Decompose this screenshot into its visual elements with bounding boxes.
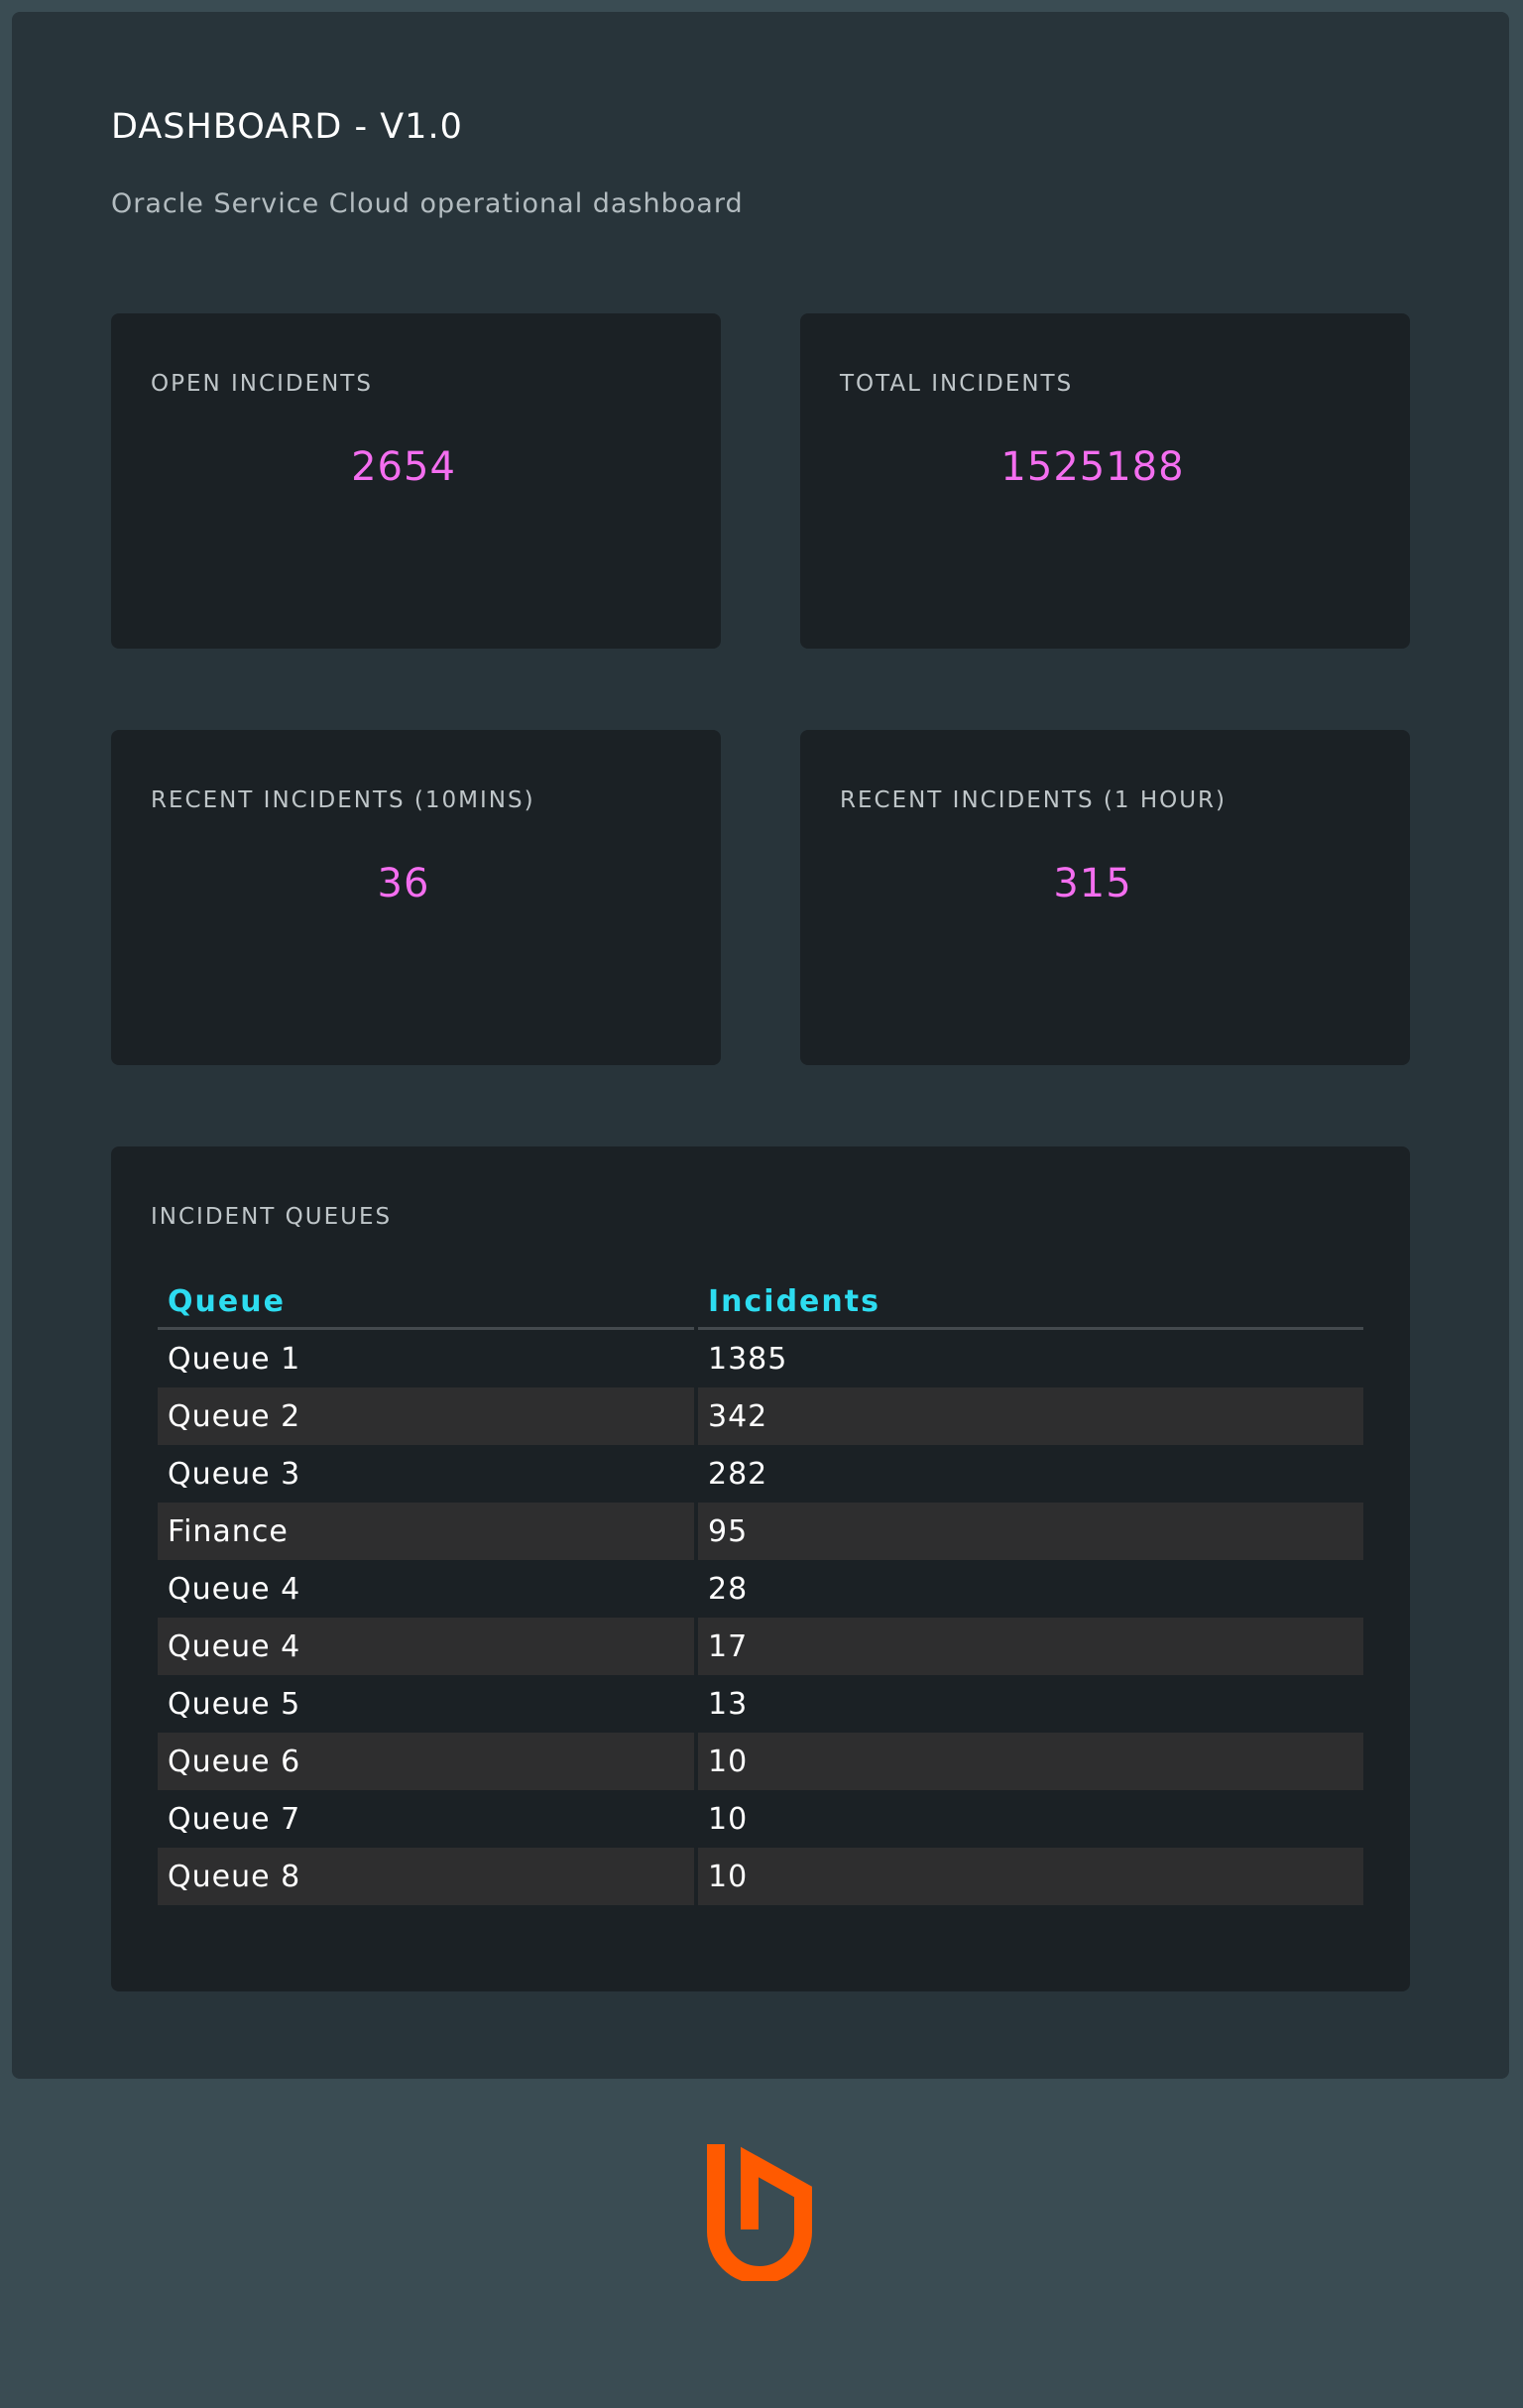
open-incidents-value: 2654 [351,444,456,490]
queue-incidents-cell: 28 [708,1571,749,1607]
table-row: Queue 4 17 [158,1618,1363,1675]
queue-incidents-cell: 13 [708,1686,749,1722]
queue-name-cell: Queue 3 [168,1456,301,1492]
column-header-incidents: Incidents [698,1275,1363,1330]
incident-queues-table: Queue Incidents Queue 1 1385 Queue 2 342… [154,1275,1367,1905]
dashboard-panel: DASHBOARD - V1.0 Oracle Service Cloud op… [12,12,1509,2079]
recent-incidents-10m-card: RECENT INCIDENTS (10MINS) 36 [111,730,721,1065]
page-title: DASHBOARD - V1.0 [111,107,463,147]
shield-logo-icon [707,2144,812,2281]
total-incidents-card: TOTAL INCIDENTS 1525188 [800,313,1410,649]
queue-name-cell: Finance [158,1503,694,1560]
queue-name-cell: Queue 4 [158,1618,694,1675]
page-subtitle: Oracle Service Cloud operational dashboa… [111,188,744,219]
queue-name-cell: Queue 6 [158,1733,694,1790]
table-row: Queue 1 1385 [158,1330,1363,1387]
recent-incidents-1h-value: 315 [1053,861,1132,906]
table-row: Queue 5 13 [158,1675,1363,1733]
table-row: Queue 2 342 [158,1387,1363,1445]
queue-name-cell: Queue 7 [168,1801,301,1837]
queue-incidents-cell: 95 [698,1503,1363,1560]
queue-incidents-cell: 342 [698,1387,1363,1445]
queue-incidents-cell: 10 [698,1848,1363,1905]
table-header-row: Queue Incidents [158,1275,1363,1330]
queue-name-cell: Queue 2 [158,1387,694,1445]
queue-incidents-cell: 10 [698,1733,1363,1790]
incident-queues-card: INCIDENT QUEUES Queue Incidents Queue 1 … [111,1146,1410,1991]
queue-name-cell: Queue 8 [158,1848,694,1905]
incident-queues-label: INCIDENT QUEUES [151,1204,393,1230]
queue-incidents-cell: 1385 [708,1341,788,1377]
queue-incidents-cell: 282 [708,1456,768,1492]
open-incidents-label: OPEN INCIDENTS [151,371,373,397]
queue-incidents-cell: 17 [698,1618,1363,1675]
queue-name-cell: Queue 1 [168,1341,301,1377]
queue-name-cell: Queue 5 [168,1686,301,1722]
table-row: Finance 95 [158,1503,1363,1560]
table-row: Queue 3 282 [158,1445,1363,1503]
recent-incidents-1h-card: RECENT INCIDENTS (1 HOUR) 315 [800,730,1410,1065]
queue-incidents-cell: 10 [708,1801,749,1837]
table-row: Queue 4 28 [158,1560,1363,1618]
table-row: Queue 6 10 [158,1733,1363,1790]
total-incidents-label: TOTAL INCIDENTS [840,371,1074,397]
column-header-queue: Queue [158,1275,694,1330]
open-incidents-card: OPEN INCIDENTS 2654 [111,313,721,649]
recent-incidents-1h-label: RECENT INCIDENTS (1 HOUR) [840,787,1228,813]
table-row: Queue 7 10 [158,1790,1363,1848]
recent-incidents-10m-value: 36 [377,861,430,906]
total-incidents-value: 1525188 [1000,444,1185,490]
table-row: Queue 8 10 [158,1848,1363,1905]
recent-incidents-10m-label: RECENT INCIDENTS (10MINS) [151,787,535,813]
queue-name-cell: Queue 4 [168,1571,301,1607]
